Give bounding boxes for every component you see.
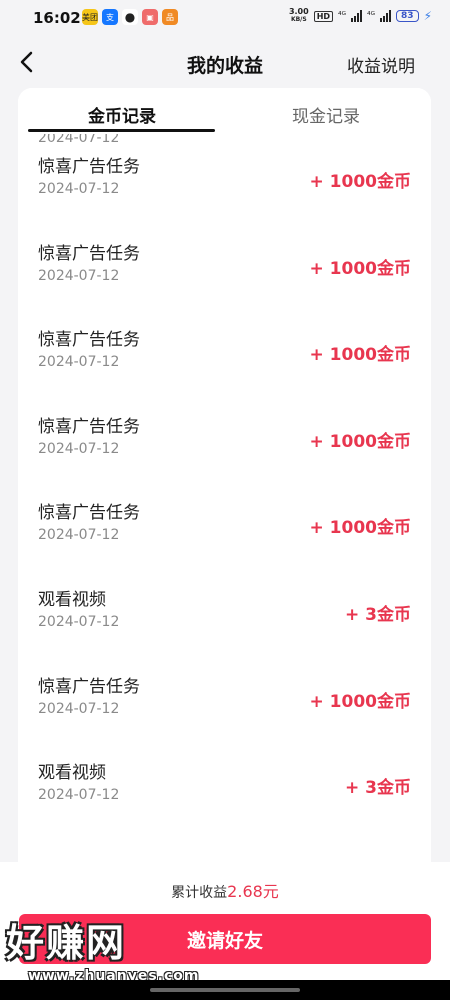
total-earnings-label: 累计收益 bbox=[171, 885, 228, 901]
record-amount: + 1000金币 bbox=[309, 345, 411, 366]
record-title: 观看视频 bbox=[38, 589, 106, 610]
record-amount: + 1000金币 bbox=[309, 258, 411, 279]
list-item: 惊喜广告任务 2024-07-12 + 1000金币 bbox=[18, 494, 431, 581]
record-date: 2024-07-12 bbox=[38, 787, 120, 804]
invite-friends-button[interactable]: 邀请好友 bbox=[19, 914, 431, 964]
status-app-icons: 美团 支 ● ▣ 品 bbox=[82, 9, 178, 25]
record-amount: + 1000金币 bbox=[309, 431, 411, 452]
record-title: 惊喜广告任务 bbox=[38, 243, 140, 264]
total-earnings: 累计收益2.68元 bbox=[0, 878, 450, 902]
battery-icon: 83 bbox=[396, 10, 419, 22]
record-amount: + 3金币 bbox=[345, 604, 411, 625]
record-title: 惊喜广告任务 bbox=[38, 330, 140, 351]
record-title: 惊喜广告任务 bbox=[38, 676, 140, 697]
network-speed: 3.00 KB/S bbox=[289, 8, 309, 24]
records-card: 金币记录 现金记录 2024-07-12 惊喜广告任务 2024-07-12 +… bbox=[18, 88, 431, 948]
network-speed-unit: KB/S bbox=[290, 16, 307, 23]
record-amount: + 3金币 bbox=[345, 778, 411, 799]
status-bar: 16:02 美团 支 ● ▣ 品 3.00 KB/S HD ⁴ᴳ ⁴ᴳ 83 ⚡ bbox=[0, 0, 450, 34]
earnings-explanation-link[interactable]: 收益说明 bbox=[347, 52, 415, 77]
record-title: 惊喜广告任务 bbox=[38, 157, 140, 177]
record-amount: + 1000金币 bbox=[309, 172, 411, 192]
list-item: 惊喜广告任务 2024-07-12 + 1000金币 bbox=[18, 668, 431, 755]
home-gesture-handle[interactable] bbox=[150, 988, 300, 992]
app-icon: 品 bbox=[162, 9, 178, 25]
alipay-icon: 支 bbox=[102, 9, 118, 25]
list-item: 惊喜广告任务 2024-07-12 + 1000金币 bbox=[18, 321, 431, 408]
signal-label-1: ⁴ᴳ bbox=[338, 11, 347, 21]
hd-icon: HD bbox=[313, 10, 334, 22]
record-date: 2024-07-12 bbox=[38, 354, 120, 371]
network-speed-value: 3.00 bbox=[288, 7, 309, 16]
status-indicators: 3.00 KB/S HD ⁴ᴳ ⁴ᴳ 83 ⚡ bbox=[289, 8, 432, 24]
record-tabs: 金币记录 现金记录 bbox=[18, 88, 431, 134]
record-date: 2024-07-12 bbox=[38, 267, 120, 284]
list-item: 观看视频 2024-07-12 + 3金币 bbox=[18, 581, 431, 668]
list-item: 观看视频 2024-07-12 + 3金币 bbox=[18, 754, 431, 841]
system-nav-bar bbox=[0, 980, 450, 1000]
record-date: 2024-07-12 bbox=[38, 700, 120, 717]
charging-icon: ⚡ bbox=[423, 9, 432, 23]
status-time: 16:02 bbox=[33, 9, 81, 27]
signal-icon-2 bbox=[380, 10, 392, 22]
list-item: 惊喜广告任务 2024-07-12 + 1000金币 bbox=[18, 408, 431, 495]
records-list[interactable]: 2024-07-12 惊喜广告任务 2024-07-12 + 1000金币 惊喜… bbox=[18, 130, 431, 841]
game-icon: ▣ bbox=[142, 9, 158, 25]
list-item: 惊喜广告任务 2024-07-12 + 1000金币 bbox=[18, 235, 431, 322]
record-date: 2024-07-12 bbox=[38, 613, 120, 630]
record-date: 2024-07-12 bbox=[38, 527, 120, 544]
tab-coin-records[interactable]: 金币记录 bbox=[88, 102, 156, 127]
page-header: 我的收益 收益说明 bbox=[0, 40, 450, 86]
record-title: 惊喜广告任务 bbox=[38, 416, 140, 437]
bottom-panel: 累计收益2.68元 邀请好友 bbox=[0, 862, 450, 980]
signal-label-2: ⁴ᴳ bbox=[367, 11, 376, 21]
meituan-icon: 美团 bbox=[82, 9, 98, 25]
record-amount: + 1000金币 bbox=[309, 518, 411, 539]
record-title: 惊喜广告任务 bbox=[38, 503, 140, 524]
record-title: 观看视频 bbox=[38, 763, 106, 784]
active-tab-indicator bbox=[28, 129, 215, 132]
record-date: 2024-07-12 bbox=[38, 440, 120, 457]
signal-icon bbox=[351, 10, 363, 22]
tab-cash-records[interactable]: 现金记录 bbox=[292, 102, 360, 127]
wechat-icon: ● bbox=[122, 9, 138, 25]
list-item: 惊喜广告任务 2024-07-12 + 1000金币 bbox=[18, 148, 431, 235]
total-earnings-value: 2.68元 bbox=[227, 882, 279, 901]
record-date: 2024-07-12 bbox=[38, 181, 120, 197]
record-amount: + 1000金币 bbox=[309, 691, 411, 712]
